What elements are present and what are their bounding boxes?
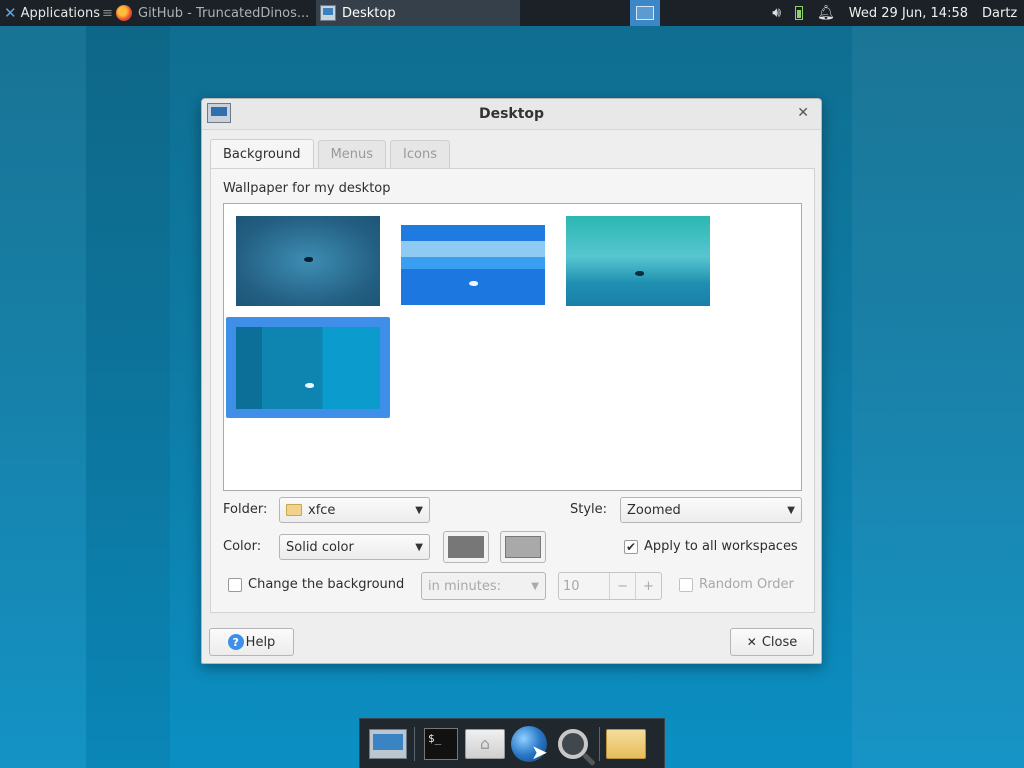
close-button[interactable]: ✕ Close bbox=[730, 628, 814, 656]
clock[interactable]: Wed 29 Jun, 14:58 bbox=[849, 6, 968, 21]
wallpaper-thumbnail-3[interactable] bbox=[566, 216, 710, 306]
top-panel: ✕ Applications ≡ GitHub - TruncatedDinos… bbox=[0, 0, 1024, 26]
bell-icon[interactable]: 🔔︎ bbox=[817, 5, 835, 21]
task-label: GitHub - TruncatedDinos... bbox=[138, 5, 310, 21]
mouse-logo-icon bbox=[469, 281, 478, 286]
home-folder-launcher[interactable]: ⌂ bbox=[463, 724, 507, 764]
home-folder-icon: ⌂ bbox=[465, 728, 505, 759]
style-value: Zoomed bbox=[627, 502, 681, 518]
terminal-launcher[interactable]: $_ bbox=[419, 724, 463, 764]
help-button[interactable]: ? Help bbox=[209, 628, 294, 656]
mouse-logo-icon bbox=[635, 271, 644, 276]
random-order-label: Random Order bbox=[699, 577, 794, 592]
xfce-logo-icon: ✕ bbox=[4, 4, 17, 22]
random-order-checkbox[interactable]: Random Order bbox=[679, 577, 794, 592]
menu-handle-icon: ≡ bbox=[102, 5, 112, 21]
web-browser-launcher[interactable]: ➤ bbox=[507, 724, 551, 764]
primary-color-swatch bbox=[448, 536, 484, 558]
system-tray: 🔊︎ 🔔︎ Wed 29 Jun, 14:58 Dartz bbox=[760, 5, 1024, 21]
desktop-settings-dialog: Desktop ✕ Background Menus Icons Wallpap… bbox=[201, 98, 822, 664]
chevron-down-icon: ▼ bbox=[415, 504, 423, 516]
tab-bar: Background Menus Icons bbox=[210, 139, 454, 169]
search-launcher[interactable] bbox=[551, 724, 595, 764]
taskbar-item-firefox[interactable]: GitHub - TruncatedDinos... bbox=[112, 0, 316, 26]
mouse-logo-icon bbox=[305, 383, 314, 388]
checkbox-icon bbox=[679, 577, 693, 592]
taskbar-item-desktop[interactable]: Desktop bbox=[316, 0, 520, 26]
checkbox-icon: ✔ bbox=[624, 539, 638, 554]
folder-combo[interactable]: xfce ▼ bbox=[279, 497, 430, 523]
mouse-pointer-icon: ➤ bbox=[531, 739, 548, 764]
folder-icon bbox=[606, 728, 646, 759]
folder-value: xfce bbox=[308, 502, 336, 518]
panel-spacer bbox=[520, 0, 630, 26]
folder-launcher[interactable] bbox=[604, 724, 648, 764]
applications-label: Applications bbox=[20, 5, 100, 21]
wallpaper-thumbnail-4[interactable] bbox=[236, 327, 380, 409]
wallpaper-thumbnail-1[interactable] bbox=[236, 216, 380, 306]
secondary-color-swatch bbox=[505, 536, 541, 558]
search-icon bbox=[558, 728, 588, 759]
workspace-1-icon bbox=[636, 6, 655, 20]
chevron-down-icon: ▼ bbox=[415, 541, 423, 553]
applications-menu-button[interactable]: ✕ Applications ≡ bbox=[0, 0, 112, 26]
dialog-title: Desktop bbox=[478, 106, 545, 122]
style-label: Style: bbox=[570, 502, 608, 517]
dock-separator bbox=[414, 726, 415, 761]
decrement-button[interactable]: − bbox=[609, 573, 635, 599]
task-label: Desktop bbox=[342, 5, 396, 21]
folder-label: Folder: bbox=[223, 502, 268, 517]
color-mode-value: Solid color bbox=[286, 539, 354, 555]
dock-separator bbox=[599, 726, 600, 761]
chevron-down-icon: ▼ bbox=[531, 580, 539, 592]
user-menu[interactable]: Dartz bbox=[982, 6, 1018, 21]
dialog-titlebar[interactable]: Desktop ✕ bbox=[202, 99, 821, 130]
change-background-checkbox[interactable]: Change the background bbox=[228, 577, 404, 592]
folder-icon bbox=[286, 504, 302, 516]
interval-unit-combo[interactable]: in minutes: ▼ bbox=[421, 572, 546, 600]
wallpaper-thumbnail-2[interactable] bbox=[401, 225, 545, 305]
help-icon: ? bbox=[227, 634, 244, 650]
tab-icons[interactable]: Icons bbox=[390, 140, 450, 168]
tab-menus[interactable]: Menus bbox=[317, 140, 387, 168]
color-label: Color: bbox=[223, 539, 262, 554]
apply-all-workspaces-checkbox[interactable]: ✔ Apply to all workspaces bbox=[624, 539, 798, 554]
wallpaper-stripe bbox=[0, 0, 86, 768]
panel-spacer bbox=[660, 0, 760, 26]
wallpaper-stripe bbox=[86, 0, 170, 768]
wallpaper-grid[interactable] bbox=[223, 203, 802, 491]
checkbox-icon bbox=[228, 577, 242, 592]
mouse-logo-icon bbox=[304, 257, 313, 262]
close-icon: ✕ bbox=[746, 635, 757, 649]
desktop-settings-icon bbox=[207, 103, 231, 123]
style-combo[interactable]: Zoomed ▼ bbox=[620, 497, 802, 523]
tab-background[interactable]: Background bbox=[210, 139, 314, 169]
secondary-color-button[interactable] bbox=[500, 531, 546, 563]
show-desktop-launcher[interactable] bbox=[366, 724, 410, 764]
close-label: Close bbox=[761, 634, 798, 650]
desktop-settings-icon bbox=[320, 5, 336, 21]
interval-amount: 10 bbox=[563, 578, 580, 594]
terminal-icon: $_ bbox=[424, 727, 458, 760]
background-pane: Wallpaper for my desktop Folder: xfce ▼ … bbox=[210, 168, 815, 613]
wallpaper-stripe bbox=[852, 0, 1024, 768]
close-icon[interactable]: ✕ bbox=[797, 105, 809, 121]
change-background-label: Change the background bbox=[248, 577, 405, 592]
color-mode-combo[interactable]: Solid color ▼ bbox=[279, 534, 430, 560]
workspace-switcher[interactable] bbox=[630, 0, 661, 26]
interval-unit-value: in minutes: bbox=[428, 578, 501, 594]
increment-button[interactable]: + bbox=[635, 573, 661, 599]
help-label: Help bbox=[245, 634, 276, 650]
show-desktop-icon bbox=[369, 728, 407, 759]
wallpaper-label: Wallpaper for my desktop bbox=[223, 181, 391, 196]
dock-panel: $_ ⌂ ➤ bbox=[359, 718, 665, 768]
interval-spinner[interactable]: 10 − + bbox=[558, 572, 662, 600]
battery-icon[interactable] bbox=[795, 6, 804, 20]
speaker-icon[interactable]: 🔊︎ bbox=[772, 5, 781, 21]
firefox-icon bbox=[116, 5, 132, 21]
apply-all-label: Apply to all workspaces bbox=[644, 539, 798, 554]
primary-color-button[interactable] bbox=[443, 531, 489, 563]
chevron-down-icon: ▼ bbox=[787, 504, 795, 516]
